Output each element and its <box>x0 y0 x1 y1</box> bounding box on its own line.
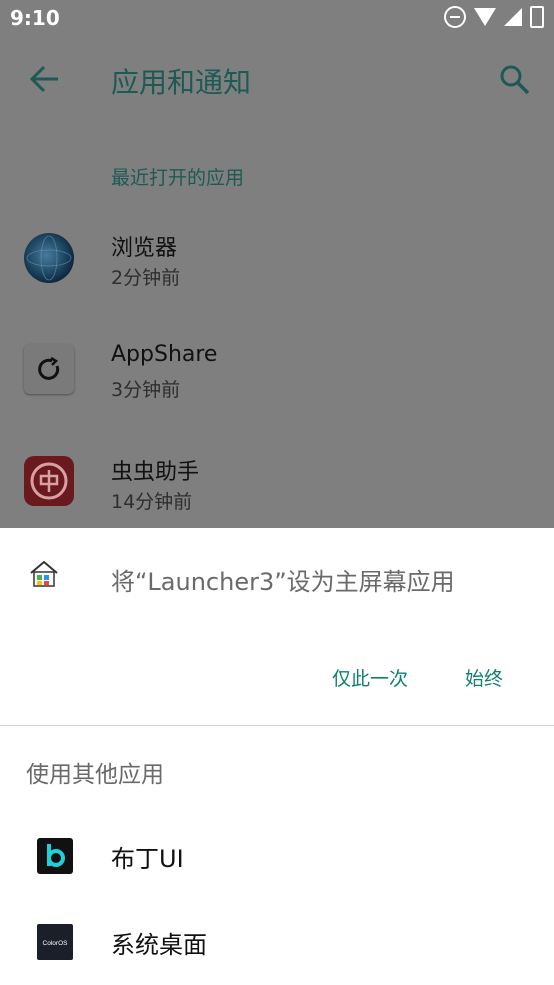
app-option-row[interactable]: 布丁UI <box>0 816 554 896</box>
app-option-label: 布丁UI <box>111 845 184 873</box>
coloros-icon-text: ColorOS <box>43 940 69 947</box>
recent-app-time: 3分钟前 <box>111 379 181 401</box>
app-option-row[interactable]: ColorOS 系统桌面 <box>0 902 554 982</box>
chongchong-icon <box>24 456 74 506</box>
status-icons <box>444 6 544 28</box>
recent-app-time: 14分钟前 <box>111 491 193 513</box>
launcher-house-icon <box>28 558 60 590</box>
set-home-app-prompt: 将“Launcher3”设为主屏幕应用 <box>111 568 455 596</box>
recent-app-item[interactable]: AppShare 3分钟前 <box>0 320 554 420</box>
recent-app-name: 浏览器 <box>111 236 178 261</box>
page-title: 应用和通知 <box>111 66 252 99</box>
recent-app-name: 虫虫助手 <box>111 460 200 485</box>
just-once-button[interactable]: 仅此一次 <box>326 660 414 695</box>
always-button[interactable]: 始终 <box>459 660 509 695</box>
browser-globe-icon <box>24 233 74 283</box>
recent-app-item[interactable]: 虫虫助手 14分钟前 <box>0 432 554 532</box>
signal-icon <box>504 8 522 26</box>
appshare-icon <box>24 344 74 394</box>
recent-apps-heading: 最近打开的应用 <box>111 167 245 189</box>
app-bar: 应用和通知 <box>0 37 554 123</box>
wifi-icon <box>474 8 496 26</box>
home-app-chooser-sheet: 将“Launcher3”设为主屏幕应用 仅此一次 始终 使用其他应用 布丁UI … <box>0 528 554 985</box>
other-apps-heading: 使用其他应用 <box>26 762 164 788</box>
recent-app-time: 2分钟前 <box>111 267 181 289</box>
battery-icon <box>530 6 544 28</box>
status-time: 9:10 <box>10 6 60 30</box>
do-not-disturb-icon <box>444 6 466 28</box>
recent-app-item[interactable]: 浏览器 2分钟前 <box>0 208 554 308</box>
recent-app-name: AppShare <box>111 342 218 367</box>
divider <box>0 725 554 726</box>
buding-ui-icon <box>37 838 73 874</box>
app-option-label: 系统桌面 <box>111 931 207 959</box>
status-bar: 9:10 <box>0 0 554 37</box>
back-arrow-icon[interactable] <box>28 61 62 97</box>
search-icon[interactable] <box>498 63 532 97</box>
coloros-icon: ColorOS <box>37 924 73 960</box>
